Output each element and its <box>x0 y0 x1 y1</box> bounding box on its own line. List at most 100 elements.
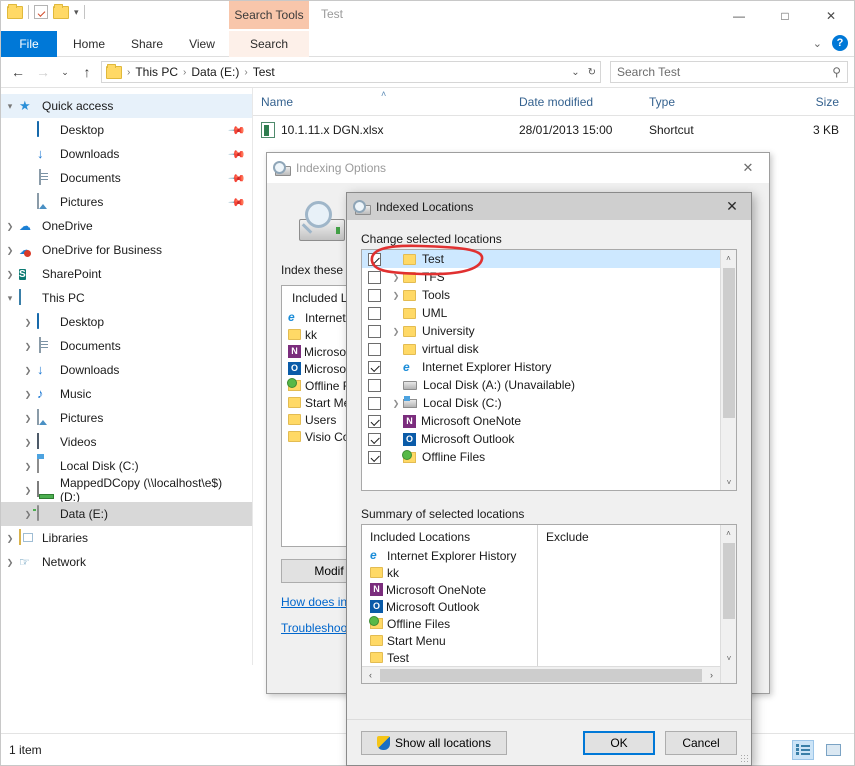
scroll-down-icon[interactable]: ˅ <box>721 474 737 490</box>
search-icon[interactable]: ⚲ <box>832 65 841 79</box>
scrollbar-thumb[interactable] <box>380 669 702 682</box>
location-checkbox[interactable] <box>368 307 381 320</box>
contextual-tab-search-tools[interactable]: Search Tools <box>229 1 309 29</box>
chevron-down-icon[interactable]: ⌄ <box>813 37 822 50</box>
tree-row[interactable]: Offline Files <box>362 448 720 466</box>
sidebar-item-sharepoint[interactable]: SSharePoint <box>1 262 252 286</box>
tree-row[interactable]: OMicrosoft Outlook <box>362 430 720 448</box>
scroll-up-icon[interactable]: ˄ <box>721 250 736 266</box>
chevron-down-icon[interactable]: ▾ <box>74 8 79 17</box>
sidebar-item-quick-access[interactable]: ★Quick access <box>1 94 252 118</box>
sidebar-item-music[interactable]: ♪Music <box>1 382 252 406</box>
tree-row[interactable]: TFS <box>362 268 720 286</box>
list-item[interactable]: kk <box>370 564 537 581</box>
large-icons-view-button[interactable] <box>822 740 844 760</box>
scroll-left-icon[interactable]: ‹ <box>362 670 379 680</box>
sidebar-item-this-pc[interactable]: This PC <box>1 286 252 310</box>
sidebar-item-data-e[interactable]: Data (E:) <box>1 502 252 526</box>
show-all-locations-button[interactable]: Show all locations <box>361 731 507 755</box>
chevron-right-icon[interactable] <box>389 327 403 336</box>
scrollbar-thumb[interactable] <box>723 268 735 418</box>
tree-row[interactable]: Local Disk (A:) (Unavailable) <box>362 376 720 394</box>
resize-grip[interactable] <box>740 754 748 762</box>
tab-view[interactable]: View <box>177 31 227 57</box>
location-checkbox[interactable] <box>368 271 381 284</box>
chevron-right-icon[interactable] <box>19 413 37 423</box>
location-checkbox[interactable] <box>368 379 381 392</box>
scrollbar-thumb[interactable] <box>723 543 735 619</box>
tree-scrollbar[interactable]: ˄ ˅ <box>720 250 736 490</box>
new-folder-icon[interactable] <box>53 6 69 19</box>
chevron-right-icon[interactable] <box>19 317 37 327</box>
chevron-right-icon[interactable] <box>19 341 37 351</box>
sidebar-item-libraries[interactable]: Libraries <box>1 526 252 550</box>
chevron-right-icon[interactable] <box>1 533 19 543</box>
sidebar-item-mappeddcopy-localhost-e-d[interactable]: MappedDCopy (\\localhost\e$) (D:) <box>1 478 252 502</box>
location-checkbox[interactable] <box>368 397 381 410</box>
sidebar-item-local-disk-c[interactable]: Local Disk (C:) <box>1 454 252 478</box>
close-icon[interactable]: ✕ <box>715 193 749 220</box>
scroll-up-icon[interactable]: ˄ <box>721 525 736 541</box>
details-view-button[interactable] <box>792 740 814 760</box>
summary-horizontal-scrollbar[interactable]: ‹ › <box>362 666 720 683</box>
tab-file[interactable]: File <box>1 31 57 57</box>
list-item[interactable]: OMicrosoft Outlook <box>370 598 537 615</box>
scroll-right-icon[interactable]: › <box>703 670 720 680</box>
minimize-button[interactable]: — <box>716 1 762 31</box>
tree-row[interactable]: Local Disk (C:) <box>362 394 720 412</box>
tree-row[interactable]: virtual disk <box>362 340 720 358</box>
refresh-icon[interactable]: ↻ <box>588 67 596 78</box>
folder-icon[interactable] <box>7 6 23 19</box>
sidebar-item-documents[interactable]: Documents📌 <box>1 166 252 190</box>
tab-share[interactable]: Share <box>119 31 175 57</box>
chevron-down-icon[interactable] <box>1 101 19 112</box>
tab-home[interactable]: Home <box>61 31 117 57</box>
pin-icon[interactable]: 📌 <box>228 169 247 188</box>
sidebar-item-desktop[interactable]: Desktop <box>1 310 252 334</box>
search-input[interactable]: Search Test ⚲ <box>610 61 848 83</box>
breadcrumb-this-pc[interactable]: This PC <box>135 65 178 79</box>
sidebar-item-videos[interactable]: Videos <box>1 430 252 454</box>
column-header-size[interactable]: Size <box>769 95 839 109</box>
summary-list[interactable]: Included Locations eInternet Explorer Hi… <box>361 524 737 684</box>
cancel-button[interactable]: Cancel <box>665 731 737 755</box>
location-checkbox[interactable] <box>368 289 381 302</box>
breadcrumb-test[interactable]: Test <box>253 65 275 79</box>
pin-icon[interactable]: 📌 <box>228 121 247 140</box>
location-checkbox[interactable] <box>368 433 381 446</box>
tree-row[interactable]: Test <box>362 250 720 268</box>
breadcrumb[interactable]: › This PC › Data (E:) › Test ⌄ ↻ <box>101 61 601 83</box>
forward-button[interactable]: → <box>32 61 54 83</box>
location-checkbox[interactable] <box>368 451 381 464</box>
help-icon[interactable]: ? <box>832 35 848 51</box>
tree-row[interactable]: Tools <box>362 286 720 304</box>
chevron-right-icon[interactable] <box>19 389 37 399</box>
chevron-right-icon[interactable] <box>19 365 37 375</box>
close-button[interactable]: ✕ <box>808 1 854 31</box>
recent-locations-button[interactable]: ⌄ <box>57 61 73 83</box>
column-header-name[interactable]: Name ˄ <box>261 95 519 109</box>
sidebar-item-documents[interactable]: Documents <box>1 334 252 358</box>
sidebar-item-onedrive[interactable]: ☁OneDrive <box>1 214 252 238</box>
tab-search[interactable]: Search <box>229 31 309 57</box>
location-checkbox[interactable] <box>368 415 381 428</box>
sidebar-item-network[interactable]: ☞Network <box>1 550 252 574</box>
location-checkbox[interactable] <box>368 361 381 374</box>
chevron-down-icon[interactable] <box>1 293 19 304</box>
ok-button[interactable]: OK <box>583 731 655 755</box>
table-row[interactable]: 10.1.11.x DGN.xlsx28/01/2013 15:00Shortc… <box>253 116 854 144</box>
column-header-date-modified[interactable]: Date modified <box>519 95 649 109</box>
pin-icon[interactable]: 📌 <box>228 145 247 164</box>
chevron-right-icon[interactable] <box>1 245 19 255</box>
tree-row[interactable]: University <box>362 322 720 340</box>
list-item[interactable]: eInternet Explorer History <box>370 547 537 564</box>
chevron-right-icon[interactable] <box>1 269 19 279</box>
tree-row[interactable]: eInternet Explorer History <box>362 358 720 376</box>
location-checkbox[interactable] <box>368 253 381 266</box>
breadcrumb-data-e[interactable]: Data (E:) <box>191 65 239 79</box>
back-button[interactable]: ← <box>7 61 29 83</box>
indexed-locations-title-bar[interactable]: Indexed Locations ✕ <box>347 193 751 220</box>
chevron-right-icon[interactable] <box>389 273 403 282</box>
sidebar-item-downloads[interactable]: ↓Downloads📌 <box>1 142 252 166</box>
summary-scrollbar[interactable]: ˄ ˅ <box>720 525 736 683</box>
